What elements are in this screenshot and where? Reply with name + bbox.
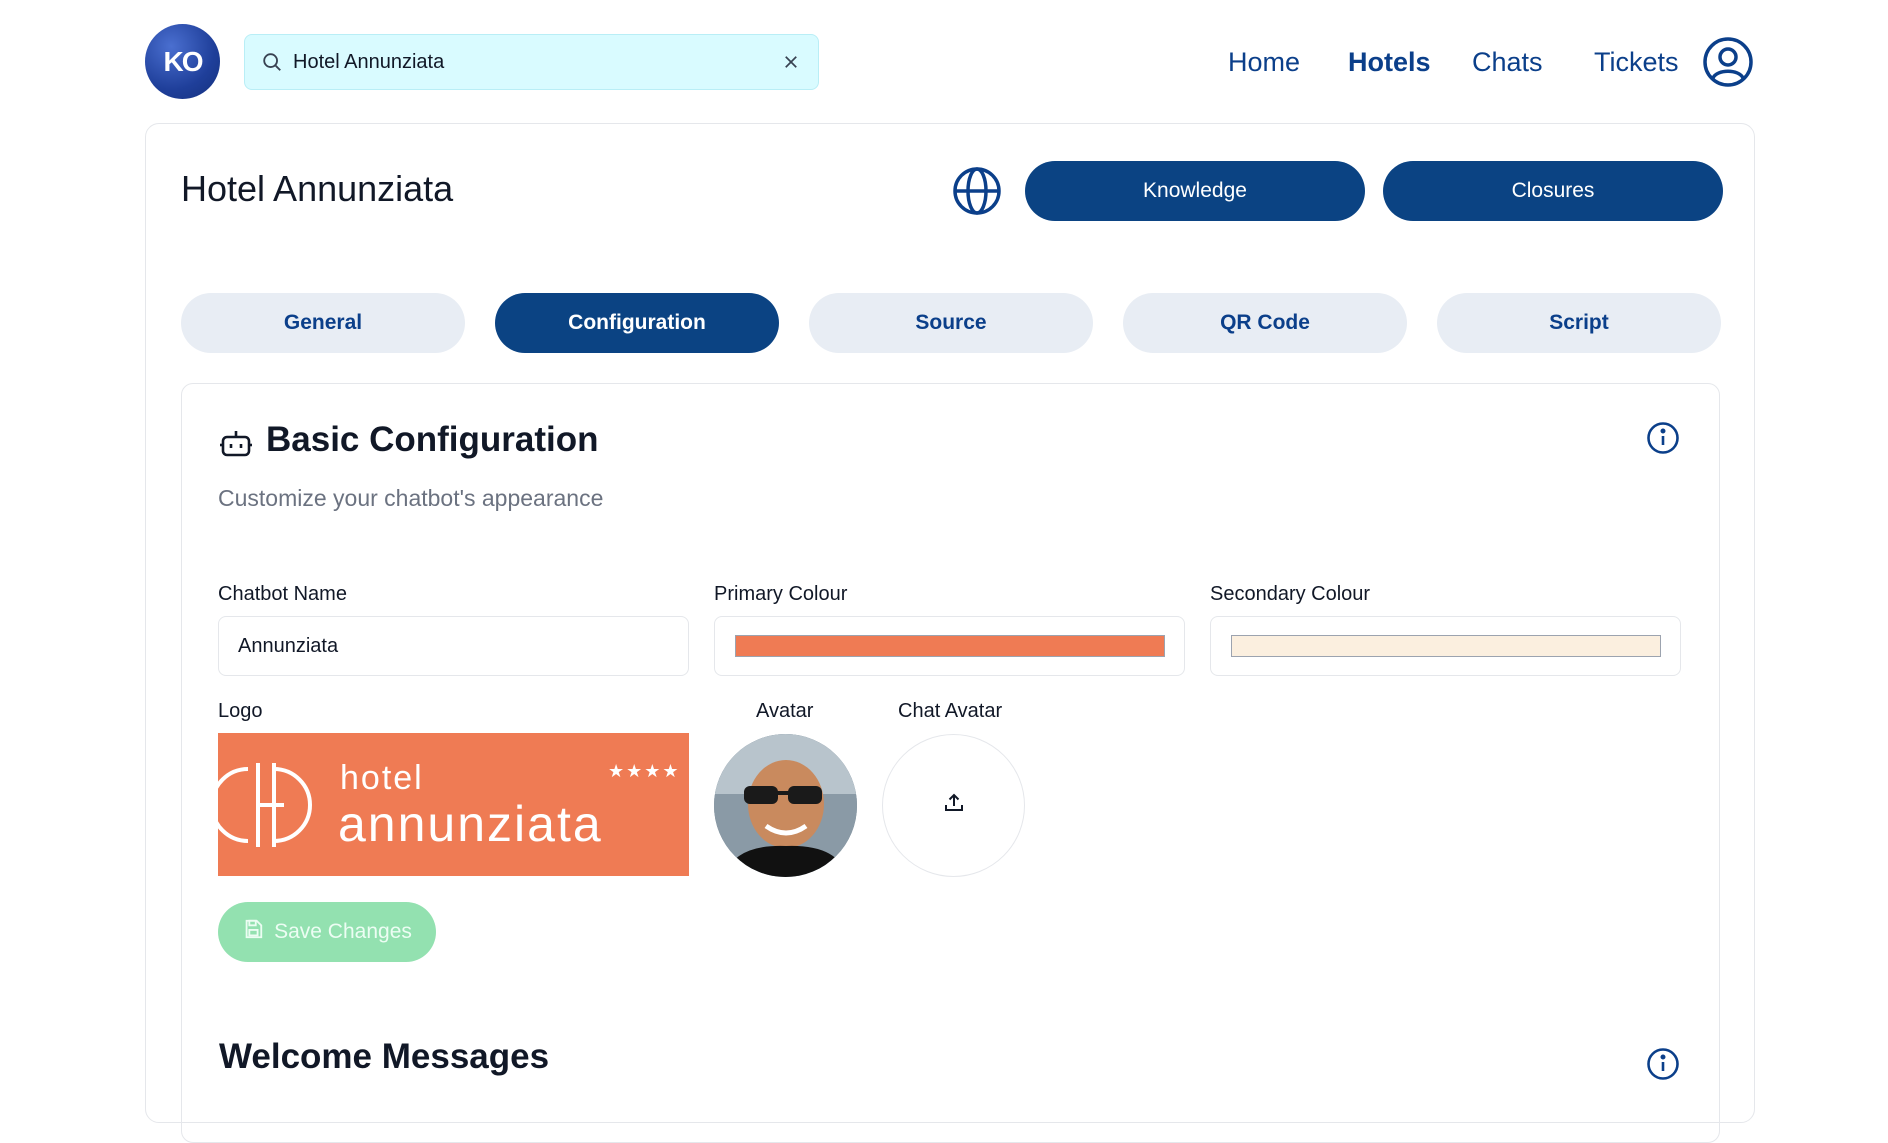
nav-home[interactable]: Home [1228,44,1300,80]
info-icon[interactable] [1646,1047,1680,1081]
user-circle-icon[interactable] [1702,36,1754,88]
logo-stars: ★★★★ [608,761,681,781]
knowledge-button[interactable]: Knowledge [1025,161,1365,221]
nav-tickets[interactable]: Tickets [1594,44,1679,80]
save-changes-button[interactable]: Save Changes [218,902,436,962]
tab-general[interactable]: General [181,293,465,353]
section-subtitle: Customize your chatbot's appearance [218,485,604,511]
chat-avatar-label: Chat Avatar [898,700,1003,722]
chatbot-name-value[interactable]: Annunziata [238,635,338,658]
tab-qr-code[interactable]: QR Code [1123,293,1407,353]
search-icon [259,49,285,75]
nav-tickets-link[interactable]: Tickets [1594,47,1679,78]
nav-chats[interactable]: Chats [1472,44,1543,80]
primary-colour-swatch[interactable] [735,635,1165,657]
welcome-messages-title: Welcome Messages [219,1037,550,1076]
save-changes-label: Save Changes [274,920,412,943]
closures-button[interactable]: Closures [1383,161,1723,221]
nav-hotels[interactable]: Hotels [1348,44,1431,80]
tab-script[interactable]: Script [1437,293,1721,353]
app-logo-text: KO [163,45,204,77]
globe-icon[interactable] [951,165,1003,217]
search-input[interactable]: Hotel Annunziata [293,51,778,74]
save-icon [242,918,264,946]
tab-configuration[interactable]: Configuration [495,293,779,353]
logo-label: Logo [218,700,263,722]
chat-avatar-upload[interactable] [882,734,1025,877]
secondary-colour-field[interactable] [1210,616,1681,676]
avatar-image[interactable] [714,734,857,877]
section-title: Basic Configuration [266,420,599,459]
info-icon[interactable] [1646,421,1680,455]
nav-home-link[interactable]: Home [1228,47,1300,78]
avatar-label: Avatar [756,700,814,722]
upload-icon[interactable] [942,791,966,820]
robot-icon [219,426,253,460]
logo-text-large: annunziata [338,796,603,852]
logo-text-small: hotel [340,759,424,797]
chatbot-name-label: Chatbot Name [218,583,347,605]
search-bar[interactable]: Hotel Annunziata [244,34,819,90]
chatbot-name-field[interactable]: Annunziata [218,616,689,676]
nav-chats-link[interactable]: Chats [1472,47,1543,78]
secondary-colour-label: Secondary Colour [1210,583,1371,605]
hotel-logo-image[interactable]: hotel ★★★★ annunziata [218,733,689,876]
close-icon[interactable] [778,49,804,75]
primary-colour-label: Primary Colour [714,583,848,605]
nav-hotels-link[interactable]: Hotels [1348,47,1431,78]
top-bar: KO Hotel Annunziata Home Hotels Chats Ti… [0,0,1888,120]
avatar-portrait [714,734,857,877]
primary-colour-field[interactable] [714,616,1185,676]
app-logo[interactable]: KO [145,24,220,99]
page-title: Hotel Annunziata [181,168,454,209]
secondary-colour-swatch[interactable] [1231,635,1661,657]
tab-source[interactable]: Source [809,293,1093,353]
